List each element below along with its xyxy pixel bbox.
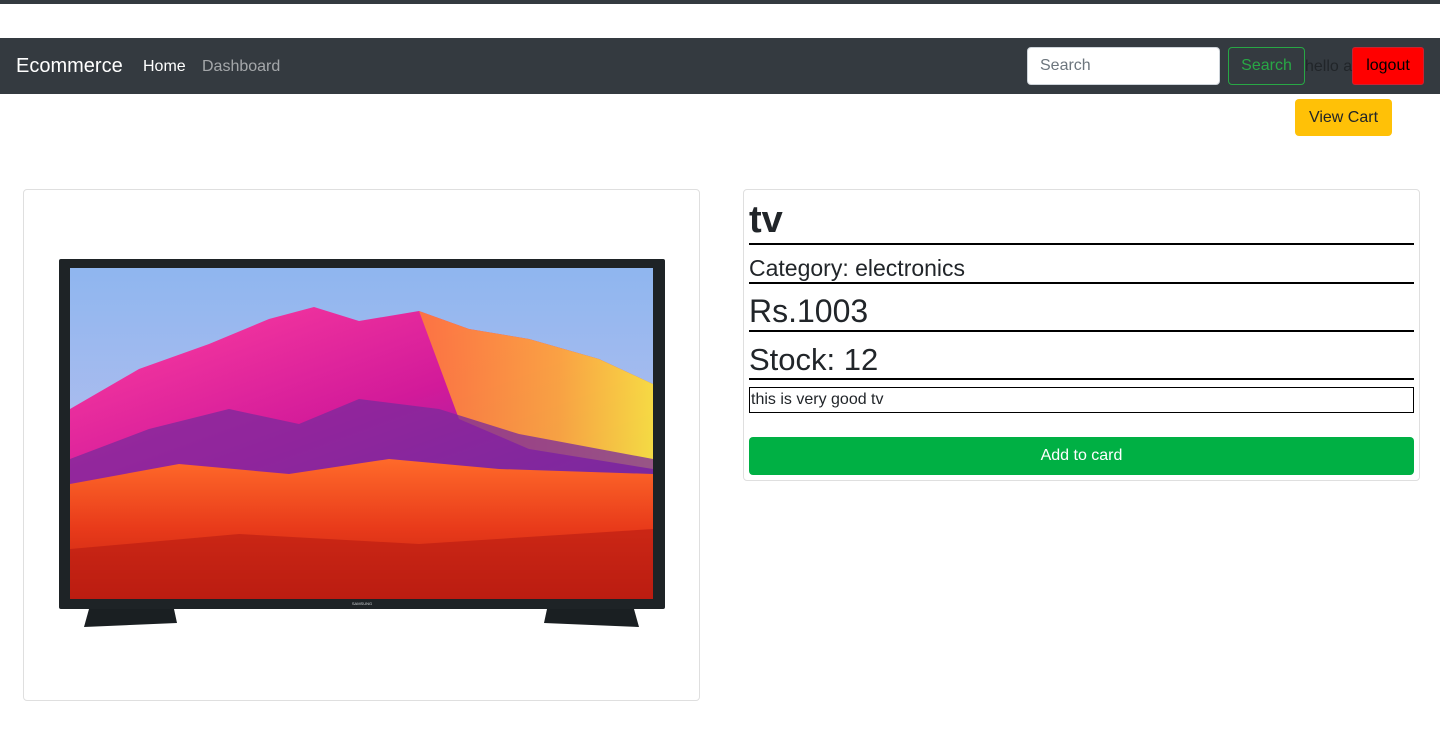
tv-product-image: SAMSUNG — [59, 259, 665, 627]
add-to-cart-button[interactable]: Add to card — [749, 437, 1414, 475]
product-stock: Stock: 12 — [749, 341, 1414, 380]
logout-button[interactable]: logout — [1352, 47, 1424, 85]
search-button[interactable]: Search — [1228, 47, 1305, 85]
top-border — [0, 0, 1440, 4]
svg-text:SAMSUNG: SAMSUNG — [352, 601, 372, 606]
nav-link-home[interactable]: Home — [143, 57, 186, 77]
greeting-text: hello a — [1305, 58, 1353, 75]
navbar: Ecommerce Home Dashboard Search hello a … — [0, 38, 1440, 94]
product-detail-card: tv Category: electronics Rs.1003 Stock: … — [743, 189, 1420, 481]
product-image-card: SAMSUNG — [23, 189, 700, 701]
nav-link-dashboard[interactable]: Dashboard — [202, 57, 280, 77]
product-name: tv — [749, 198, 1414, 245]
product-description: this is very good tv — [749, 387, 1414, 413]
search-input[interactable] — [1027, 47, 1220, 85]
brand-logo[interactable]: Ecommerce — [16, 54, 123, 78]
product-category: Category: electronics — [749, 254, 1414, 284]
view-cart-button[interactable]: View Cart — [1295, 99, 1392, 136]
product-price: Rs.1003 — [749, 292, 1414, 332]
